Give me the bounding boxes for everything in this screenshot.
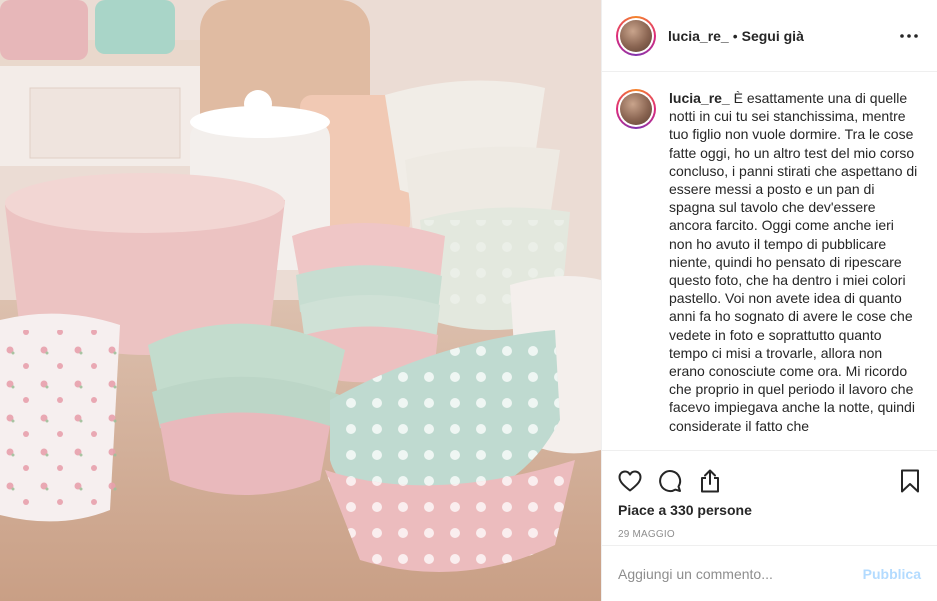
heart-icon [618, 470, 642, 492]
caption-body: È esattamente una di quelle notti in cui… [669, 90, 918, 434]
share-button[interactable] [697, 468, 723, 494]
header-separator: • [732, 27, 738, 44]
comment-button[interactable] [657, 468, 683, 494]
comment-icon [659, 470, 682, 493]
author-username[interactable]: lucia_re_ [668, 28, 729, 44]
author-avatar[interactable] [616, 15, 656, 56]
like-button[interactable] [617, 468, 643, 494]
caption-username[interactable]: lucia_re_ [669, 90, 730, 106]
caption-text: lucia_re_ È esattamente una di quelle no… [669, 89, 921, 435]
more-horizontal-icon [900, 33, 918, 38]
avatar-image [620, 19, 652, 52]
comments-section[interactable]: lucia_re_ È esattamente una di quelle no… [602, 73, 937, 449]
caption-avatar[interactable] [616, 89, 656, 129]
save-button[interactable] [897, 468, 923, 494]
post-photo[interactable] [0, 0, 601, 601]
comment-input[interactable] [618, 565, 863, 582]
add-comment-bar: Pubblica [602, 545, 937, 601]
avatar-image [620, 93, 652, 125]
kitchenware-illustration [0, 0, 601, 601]
share-icon [701, 469, 719, 493]
caption: lucia_re_ È esattamente una di quelle no… [616, 89, 921, 435]
bookmark-icon [901, 469, 919, 493]
post-sidebar: lucia_re_ • Segui già lucia_re_ È esatta… [601, 0, 937, 601]
more-options-button[interactable] [897, 24, 921, 48]
post-comment-button[interactable]: Pubblica [863, 566, 921, 582]
post-header: lucia_re_ • Segui già [602, 0, 937, 72]
action-icons [602, 451, 937, 501]
likes-count[interactable]: Piace a 330 persone [602, 502, 937, 518]
post-date[interactable]: 29 MAGGIO [602, 529, 937, 540]
following-button[interactable]: Segui già [742, 28, 804, 44]
